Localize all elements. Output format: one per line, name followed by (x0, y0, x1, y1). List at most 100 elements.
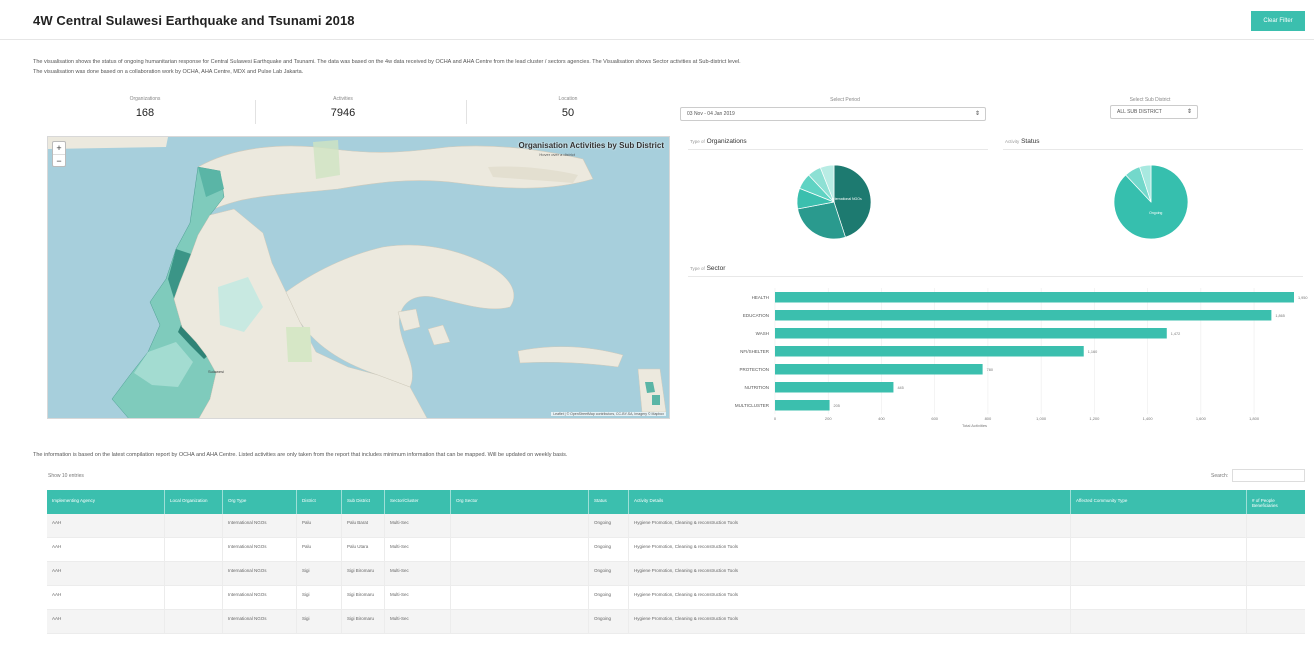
x-tick-label: 800 (985, 416, 992, 421)
intro-text: The visualisation shows the status of on… (33, 57, 1273, 77)
table-header-row: Implementing Agency Local Organization O… (47, 490, 1305, 514)
table-cell: Multi-Sec (385, 514, 451, 537)
table-cell: AAH (47, 610, 165, 633)
search-input[interactable] (1232, 469, 1305, 482)
table-cell (1247, 610, 1305, 633)
map-zoom-control: + − (52, 141, 66, 167)
table-cell: Sigi Biromaru (342, 610, 385, 633)
table-cell (1247, 514, 1305, 537)
x-tick-label: 1,000 (1036, 416, 1047, 421)
table-cell: Hygiene Promotion, Cleaning & reconstruc… (629, 538, 1071, 561)
table-cell: AAH (47, 562, 165, 585)
pie-slice-label: International NGOs (832, 197, 862, 201)
bar[interactable] (775, 382, 894, 393)
table-row: AAH International NGOs Palu Palu Barat Multi… (47, 514, 1305, 538)
panel-title: Status (1021, 138, 1040, 145)
status-panel-title: Activity Status (1005, 138, 1040, 145)
bar[interactable] (775, 400, 830, 411)
date-filter-select[interactable]: 03 Nov - 04 Jan 2019 ⇕ (680, 107, 986, 121)
category-label: HEALTH (752, 295, 769, 300)
column-header[interactable]: # of People Beneficiaries (1247, 490, 1305, 514)
stat-activities: Activities 7946 (238, 96, 448, 119)
table-row: AAH International NGOs Sigi Sigi Biromaru Mu… (47, 562, 1305, 586)
map-subtitle: Hover over a district (539, 152, 575, 157)
bar-data-label: 445 (897, 386, 903, 390)
intro-line-2: The visualisation was done based on a co… (33, 69, 304, 75)
zoom-out-button[interactable]: − (53, 154, 65, 166)
table-cell (451, 586, 589, 609)
select-arrow-icon: ⇕ (974, 111, 980, 117)
sector-panel-title: Type of Sector (690, 265, 725, 272)
table-cell (451, 538, 589, 561)
table-cell (165, 586, 223, 609)
subdistrict-filter-select[interactable]: ALL SUB DISTRICT ⇕ (1110, 105, 1198, 119)
category-label: NUTRITION (745, 385, 770, 390)
table-info-text: The information is based on the latest c… (33, 452, 568, 458)
column-header[interactable]: Affected Community Type (1071, 490, 1247, 514)
x-tick-label: 1,600 (1196, 416, 1207, 421)
table-cell: Palu (297, 514, 342, 537)
status-pie-chart[interactable]: Ongoing (1112, 163, 1190, 241)
x-tick-label: 400 (878, 416, 885, 421)
category-label: MULTICLUSTER (735, 403, 770, 408)
organizations-pie-chart[interactable]: International NGOs (795, 163, 873, 241)
stat-value: 168 (135, 107, 155, 119)
table-row: AAH International NGOs Palu Palu Utara Multi… (47, 538, 1305, 562)
intro-line-1: The visualisation shows the status of on… (33, 59, 741, 65)
table-body: AAH International NGOs Palu Palu Barat Multi… (47, 514, 1305, 634)
sector-bar-chart[interactable]: 0 200 400 600 800 1,000 1,200 1,400 1,600 1,800 To… (680, 282, 1310, 432)
clear-filter-button[interactable]: Clear Filter (1251, 11, 1305, 31)
table-cell: International NGOs (223, 514, 297, 537)
organizations-panel-title: Type of Organizations (690, 138, 747, 145)
column-header[interactable]: Org Type (223, 490, 297, 514)
column-header[interactable]: Status (589, 490, 629, 514)
x-tick-label: 0 (774, 416, 777, 421)
column-header[interactable]: District (297, 490, 342, 514)
column-header[interactable]: Sub District (342, 490, 385, 514)
stat-value: 50 (561, 107, 575, 119)
table-row: AAH International NGOs Sigi Sigi Biromaru Mu… (47, 586, 1305, 610)
table-cell: Palu Barat (342, 514, 385, 537)
table-cell: International NGOs (223, 562, 297, 585)
table-cell (1071, 514, 1247, 537)
table-cell (1071, 586, 1247, 609)
bar-data-label: 1,865 (1275, 314, 1285, 318)
bar[interactable] (775, 346, 1084, 357)
date-filter-value: 03 Nov - 04 Jan 2019 (687, 111, 735, 117)
category-label: PROTECTION (739, 367, 769, 372)
stat-value: 7946 (330, 107, 356, 119)
table-cell: Palu Utara (342, 538, 385, 561)
zoom-in-button[interactable]: + (53, 142, 65, 154)
column-header[interactable]: Activity Details (629, 490, 1071, 514)
bar[interactable] (775, 328, 1167, 339)
x-tick-label: 600 (931, 416, 938, 421)
column-header[interactable]: Local Organization (165, 490, 223, 514)
table-cell: Multi-Sec (385, 562, 451, 585)
x-tick-label: 1,200 (1089, 416, 1100, 421)
map-layer (48, 137, 667, 418)
table-cell: AAH (47, 514, 165, 537)
x-tick-label: 1,400 (1143, 416, 1154, 421)
map-attribution[interactable]: Leaflet | © OpenStreetMap contributors, … (551, 412, 666, 416)
bar[interactable] (775, 292, 1294, 303)
table-cell (1071, 562, 1247, 585)
table-cell (451, 514, 589, 537)
table-cell: AAH (47, 586, 165, 609)
column-header[interactable]: Sector/Cluster (385, 490, 451, 514)
map-title: Organisation Activities by Sub District (518, 141, 664, 150)
table-cell: Hygiene Promotion, Cleaning & reconstruc… (629, 514, 1071, 537)
show-entries-control[interactable]: Show 10 entries (48, 473, 84, 479)
sub-district-map[interactable]: + − Organisation Activities by Sub Distr… (47, 136, 670, 419)
bar[interactable] (775, 364, 983, 375)
column-header[interactable]: Org Sector (451, 490, 589, 514)
stat-label: Location (558, 96, 578, 102)
table-cell (1247, 586, 1305, 609)
table-cell: Ongoing (589, 538, 629, 561)
table-cell (1071, 538, 1247, 561)
bar[interactable] (775, 310, 1272, 321)
table-cell: Sigi (297, 610, 342, 633)
column-header[interactable]: Implementing Agency (47, 490, 165, 514)
category-label: NFI/SHELTER (740, 349, 770, 354)
table-cell: Ongoing (589, 586, 629, 609)
table-cell (1247, 562, 1305, 585)
